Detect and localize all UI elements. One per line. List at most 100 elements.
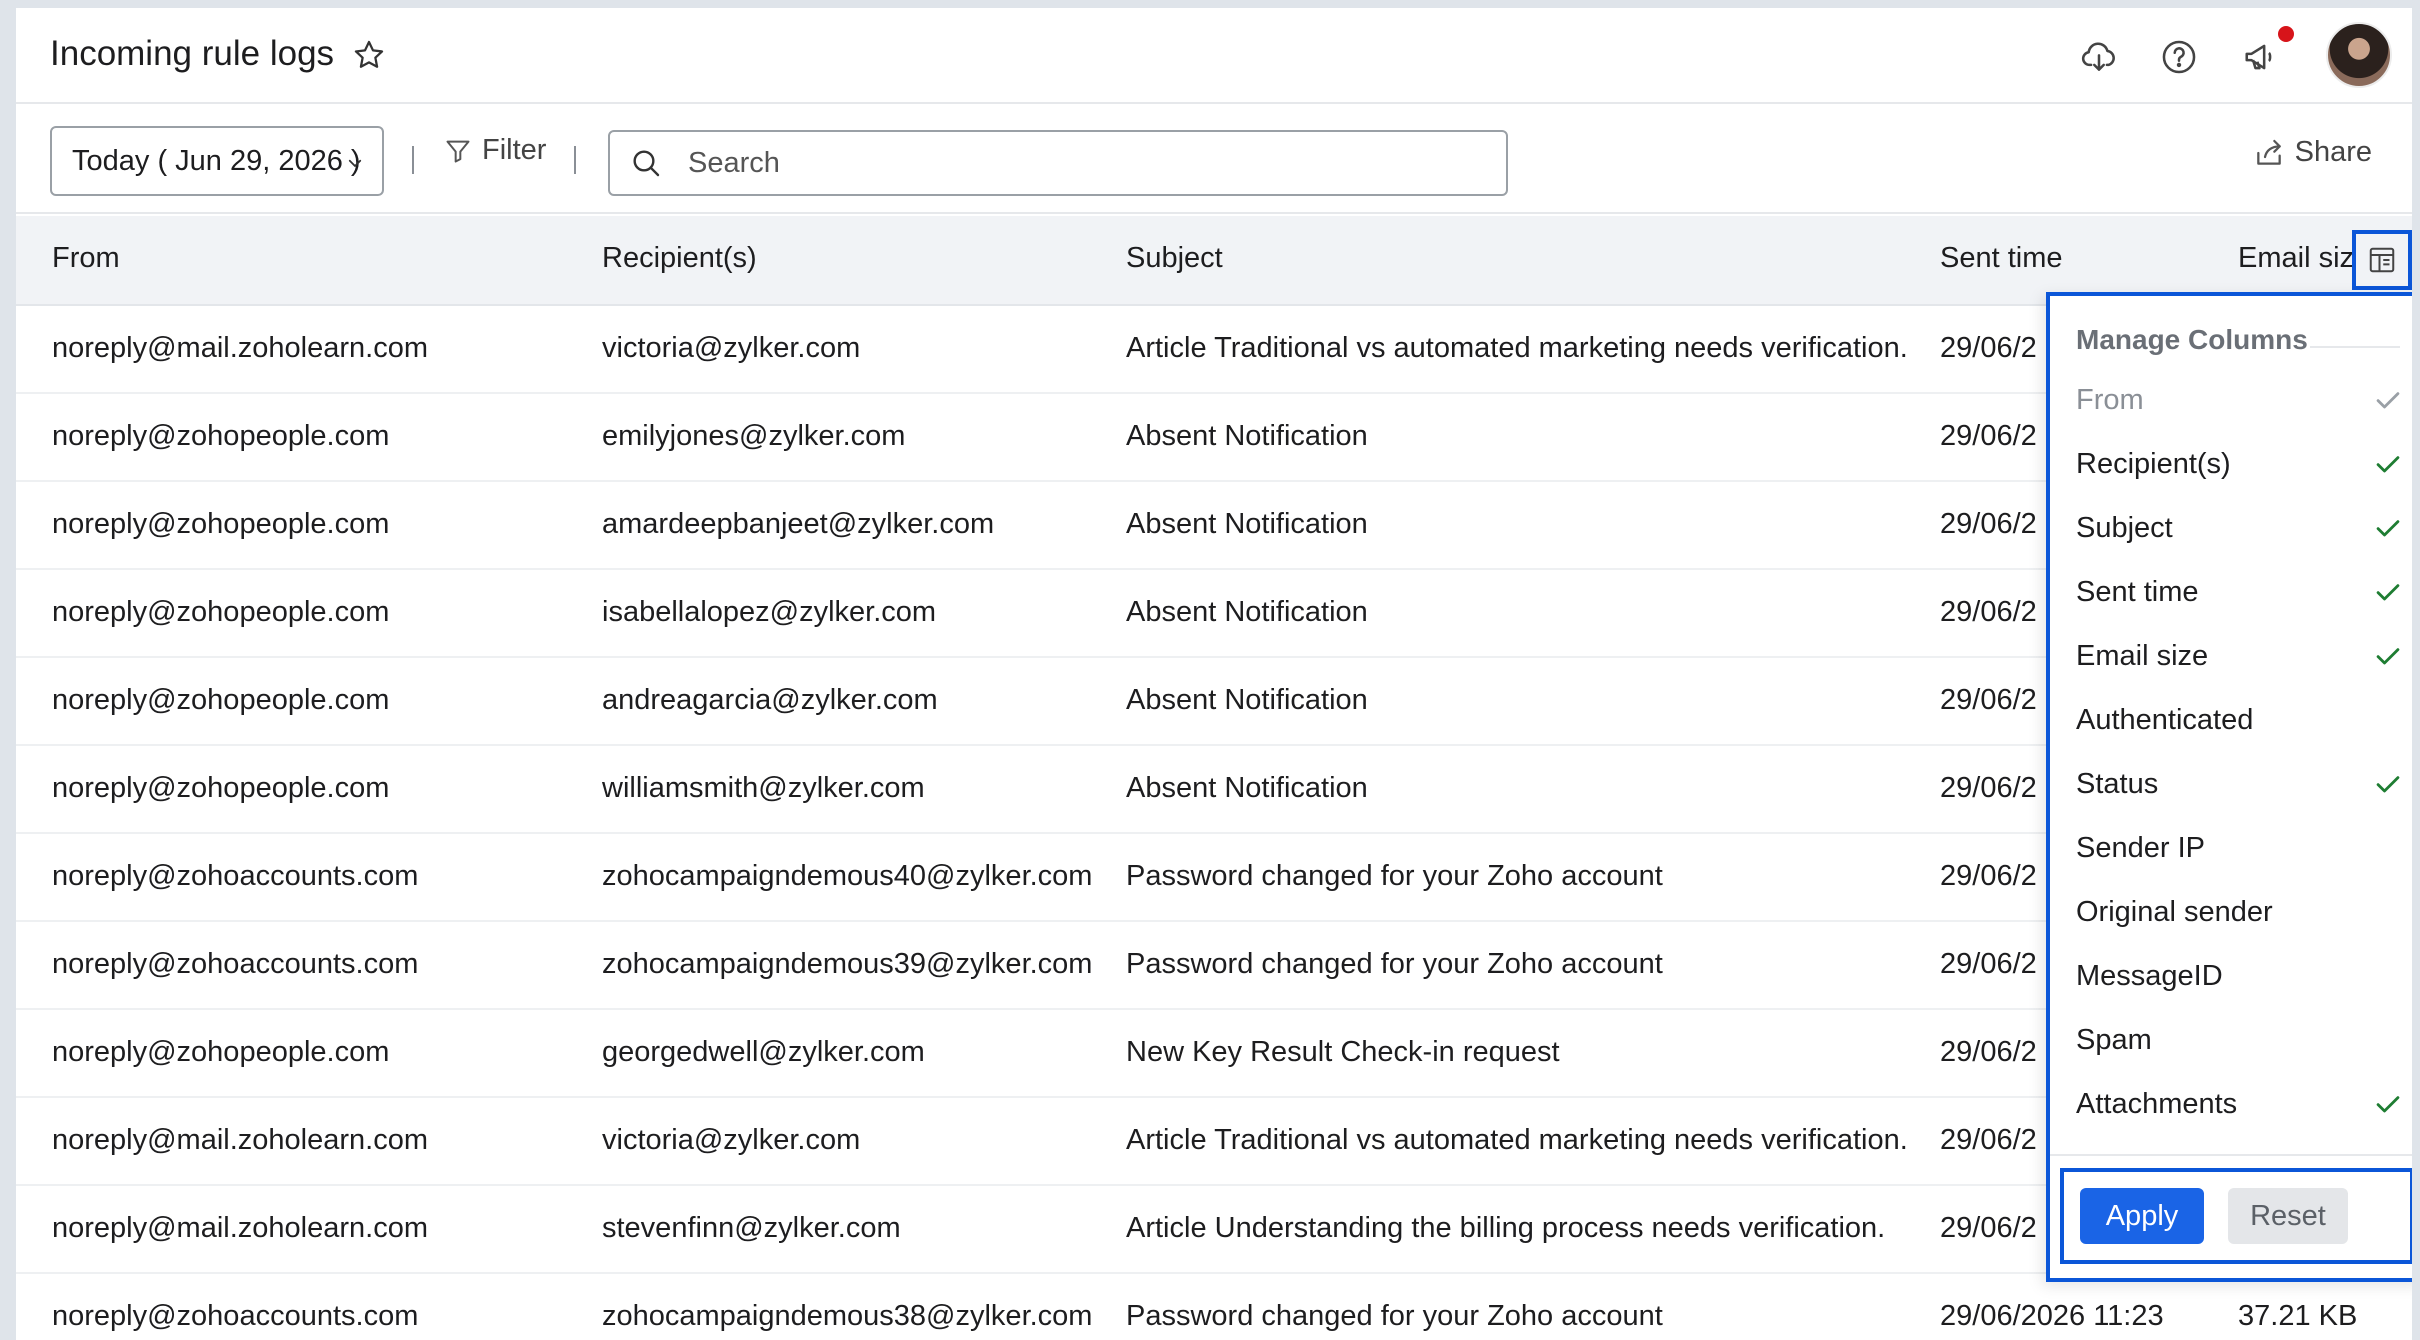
cell-to: georgedwell@zylker.com — [602, 1036, 925, 1068]
cell-from: noreply@zohopeople.com — [52, 596, 390, 628]
page-header: Incoming rule logs — [16, 8, 2412, 104]
panel-actions: Apply Reset — [2060, 1168, 2412, 1264]
cell-sent: 29/06/2 — [1940, 948, 2037, 980]
share-label: Share — [2294, 136, 2372, 168]
filter-icon — [446, 140, 470, 162]
check-icon — [2376, 1096, 2400, 1113]
cell-sent: 29/06/2 — [1940, 332, 2037, 364]
cell-sent: 29/06/2 — [1940, 1036, 2037, 1068]
column-header-from[interactable]: From — [52, 242, 120, 275]
cell-to: zohocampaigndemous38@zylker.com — [602, 1300, 1093, 1332]
column-option-label: Authenticated — [2076, 703, 2254, 736]
divider — [2050, 1154, 2412, 1156]
cell-from: noreply@mail.zoholearn.com — [52, 1212, 428, 1244]
cell-from: noreply@zohopeople.com — [52, 508, 390, 540]
cell-subject: Absent Notification — [1126, 420, 1368, 452]
column-option-label: Email size — [2076, 639, 2209, 672]
column-header-sent-time[interactable]: Sent time — [1940, 242, 2063, 275]
cell-sent: 29/06/2 — [1940, 772, 2037, 804]
toolbar: Today ( Jun 29, 2026 ) Filter Share — [16, 106, 2412, 214]
cell-from: noreply@mail.zoholearn.com — [52, 1124, 428, 1156]
app-window: Incoming rule logs Today ( Jun 29, 2026 … — [16, 8, 2412, 1340]
cell-subject: Article Traditional vs automated marketi… — [1126, 332, 1908, 364]
divider — [574, 146, 576, 174]
column-option-sender-ip[interactable]: Sender IP — [2076, 820, 2406, 876]
cell-subject: Password changed for your Zoho account — [1126, 948, 1663, 980]
cell-from: noreply@zohopeople.com — [52, 684, 390, 716]
reset-button[interactable]: Reset — [2228, 1188, 2348, 1244]
column-option-label: Sender IP — [2076, 831, 2205, 864]
column-header-subject[interactable]: Subject — [1126, 242, 1223, 275]
cell-to: zohocampaigndemous39@zylker.com — [602, 948, 1093, 980]
cell-to: isabellalopez@zylker.com — [602, 596, 937, 628]
divider — [2310, 346, 2400, 348]
column-option-original-sender[interactable]: Original sender — [2076, 884, 2406, 940]
cell-from: noreply@mail.zoholearn.com — [52, 332, 428, 364]
divider — [412, 146, 414, 174]
cell-subject: Article Understanding the billing proces… — [1126, 1212, 1886, 1244]
cell-subject: Article Traditional vs automated marketi… — [1126, 1124, 1908, 1156]
check-icon — [2376, 776, 2400, 793]
column-option-label: MessageID — [2076, 959, 2223, 992]
cell-sent: 29/06/2 — [1940, 684, 2037, 716]
announcement-icon[interactable] — [2242, 38, 2280, 76]
column-option-label: From — [2076, 383, 2144, 416]
column-option-subject[interactable]: Subject — [2076, 500, 2406, 556]
cell-subject: New Key Result Check-in request — [1126, 1036, 1560, 1068]
cell-sent: 29/06/2 — [1940, 1212, 2037, 1244]
column-option-recipient-s[interactable]: Recipient(s) — [2076, 436, 2406, 492]
cell-subject: Absent Notification — [1126, 596, 1368, 628]
search-input[interactable] — [688, 146, 1448, 180]
cell-subject: Password changed for your Zoho account — [1126, 860, 1663, 892]
column-option-authenticated[interactable]: Authenticated — [2076, 692, 2406, 748]
column-option-from: From — [2076, 372, 2406, 428]
cell-subject: Password changed for your Zoho account — [1126, 1300, 1663, 1332]
share-icon — [2256, 139, 2281, 165]
column-option-spam[interactable]: Spam — [2076, 1012, 2406, 1068]
cell-to: victoria@zylker.com — [602, 332, 861, 364]
column-header-recipients[interactable]: Recipient(s) — [602, 242, 757, 275]
cell-to: amardeepbanjeet@zylker.com — [602, 508, 995, 540]
column-option-label: Original sender — [2076, 895, 2273, 928]
cell-subject: Absent Notification — [1126, 684, 1368, 716]
help-icon[interactable] — [2160, 38, 2198, 76]
cell-size: 37.21 KB — [2238, 1300, 2358, 1332]
cell-to: stevenfinn@zylker.com — [602, 1212, 901, 1244]
cell-to: andreagarcia@zylker.com — [602, 684, 938, 716]
manage-columns-button[interactable] — [2352, 230, 2412, 290]
date-range-select[interactable]: Today ( Jun 29, 2026 ) — [50, 126, 384, 196]
column-option-messageid[interactable]: MessageID — [2076, 948, 2406, 1004]
column-option-sent-time[interactable]: Sent time — [2076, 564, 2406, 620]
filter-button[interactable]: Filter — [444, 134, 546, 167]
avatar[interactable] — [2326, 22, 2392, 88]
column-option-attachments[interactable]: Attachments — [2076, 1076, 2406, 1132]
chevron-down-icon — [348, 159, 362, 167]
star-icon[interactable] — [352, 38, 386, 72]
cell-from: noreply@zohopeople.com — [52, 420, 390, 452]
cell-to: zohocampaigndemous40@zylker.com — [602, 860, 1093, 892]
column-option-label: Sent time — [2076, 575, 2199, 608]
apply-button[interactable]: Apply — [2080, 1188, 2204, 1244]
cell-sent: 29/06/2 — [1940, 508, 2037, 540]
cell-from: noreply@zohoaccounts.com — [52, 948, 419, 980]
date-range-label: Today ( Jun 29, 2026 ) — [72, 144, 361, 177]
cell-sent: 29/06/2 — [1940, 860, 2037, 892]
cloud-download-icon[interactable] — [2080, 38, 2118, 76]
column-option-status[interactable]: Status — [2076, 756, 2406, 812]
check-icon — [2376, 584, 2400, 601]
column-option-label: Spam — [2076, 1023, 2152, 1056]
column-option-email-size[interactable]: Email size — [2076, 628, 2406, 684]
cell-to: emilyjones@zylker.com — [602, 420, 906, 452]
search-box[interactable] — [608, 130, 1508, 196]
cell-subject: Absent Notification — [1126, 772, 1368, 804]
cell-sent: 29/06/2 — [1940, 1124, 2037, 1156]
columns-icon — [2369, 247, 2395, 273]
cell-to: victoria@zylker.com — [602, 1124, 861, 1156]
share-button[interactable]: Share — [2253, 136, 2372, 169]
column-option-label: Status — [2076, 767, 2159, 800]
column-header-email-size[interactable]: Email size — [2238, 242, 2370, 275]
cell-from: noreply@zohoaccounts.com — [52, 860, 419, 892]
table-row[interactable]: noreply@zohoaccounts.com zohocampaigndemo… — [16, 1274, 2412, 1340]
column-option-label: Recipient(s) — [2076, 447, 2231, 480]
manage-columns-panel: Manage Columns From Recipient(s) Subject Se… — [2046, 292, 2412, 1282]
